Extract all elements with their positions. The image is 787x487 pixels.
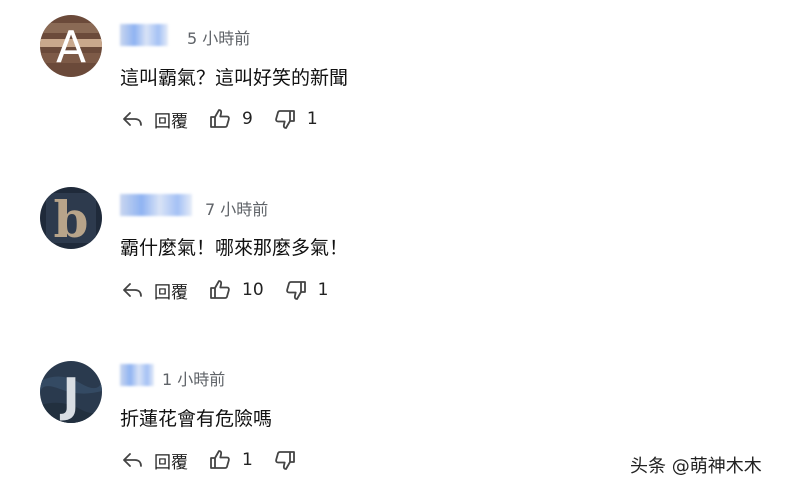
thumbs-up-icon <box>210 280 230 299</box>
like-button[interactable]: 10 <box>208 278 264 302</box>
thumbs-down-icon <box>285 281 306 300</box>
reply-label: 回覆 <box>154 282 188 303</box>
comment-actions: 回覆 1 <box>120 446 327 474</box>
dislike-count: 1 <box>317 280 329 300</box>
username-redacted <box>120 194 192 216</box>
comment-text: 霸什麼氣！哪來那麼多氣！ <box>120 237 349 259</box>
avatar-image: J <box>40 361 102 423</box>
svg-text:b: b <box>54 190 89 249</box>
username-redacted <box>120 364 154 386</box>
like-count: 10 <box>242 280 264 300</box>
comment-text: 折蓮花會有危險嗎 <box>120 408 273 430</box>
reply-icon <box>123 283 142 297</box>
comment-item: J 1 小時前 折蓮花會有危險嗎 回覆 1 <box>0 0 787 473</box>
reply-button[interactable]: 回覆 <box>120 448 188 473</box>
avatar[interactable]: J <box>40 361 102 423</box>
thumbs-down-icon <box>275 451 295 470</box>
reply-icon <box>123 453 142 467</box>
thumbs-up-icon <box>210 450 230 469</box>
comment-time: 1 小時前 <box>162 370 226 389</box>
avatar-image: b <box>40 187 102 249</box>
comment-time: 7 小時前 <box>205 200 269 219</box>
avatar[interactable]: b <box>40 187 102 249</box>
reply-label: 回覆 <box>154 452 188 473</box>
dislike-button[interactable]: 1 <box>284 278 329 302</box>
like-count: 1 <box>242 450 253 470</box>
dislike-button[interactable] <box>273 448 307 472</box>
reply-button[interactable]: 回覆 <box>120 278 188 303</box>
svg-text:J: J <box>59 368 79 422</box>
like-button[interactable]: 1 <box>208 448 253 472</box>
watermark-text: 头条 @萌神木木 <box>630 456 762 477</box>
comment-actions: 回覆 10 1 <box>120 276 348 304</box>
